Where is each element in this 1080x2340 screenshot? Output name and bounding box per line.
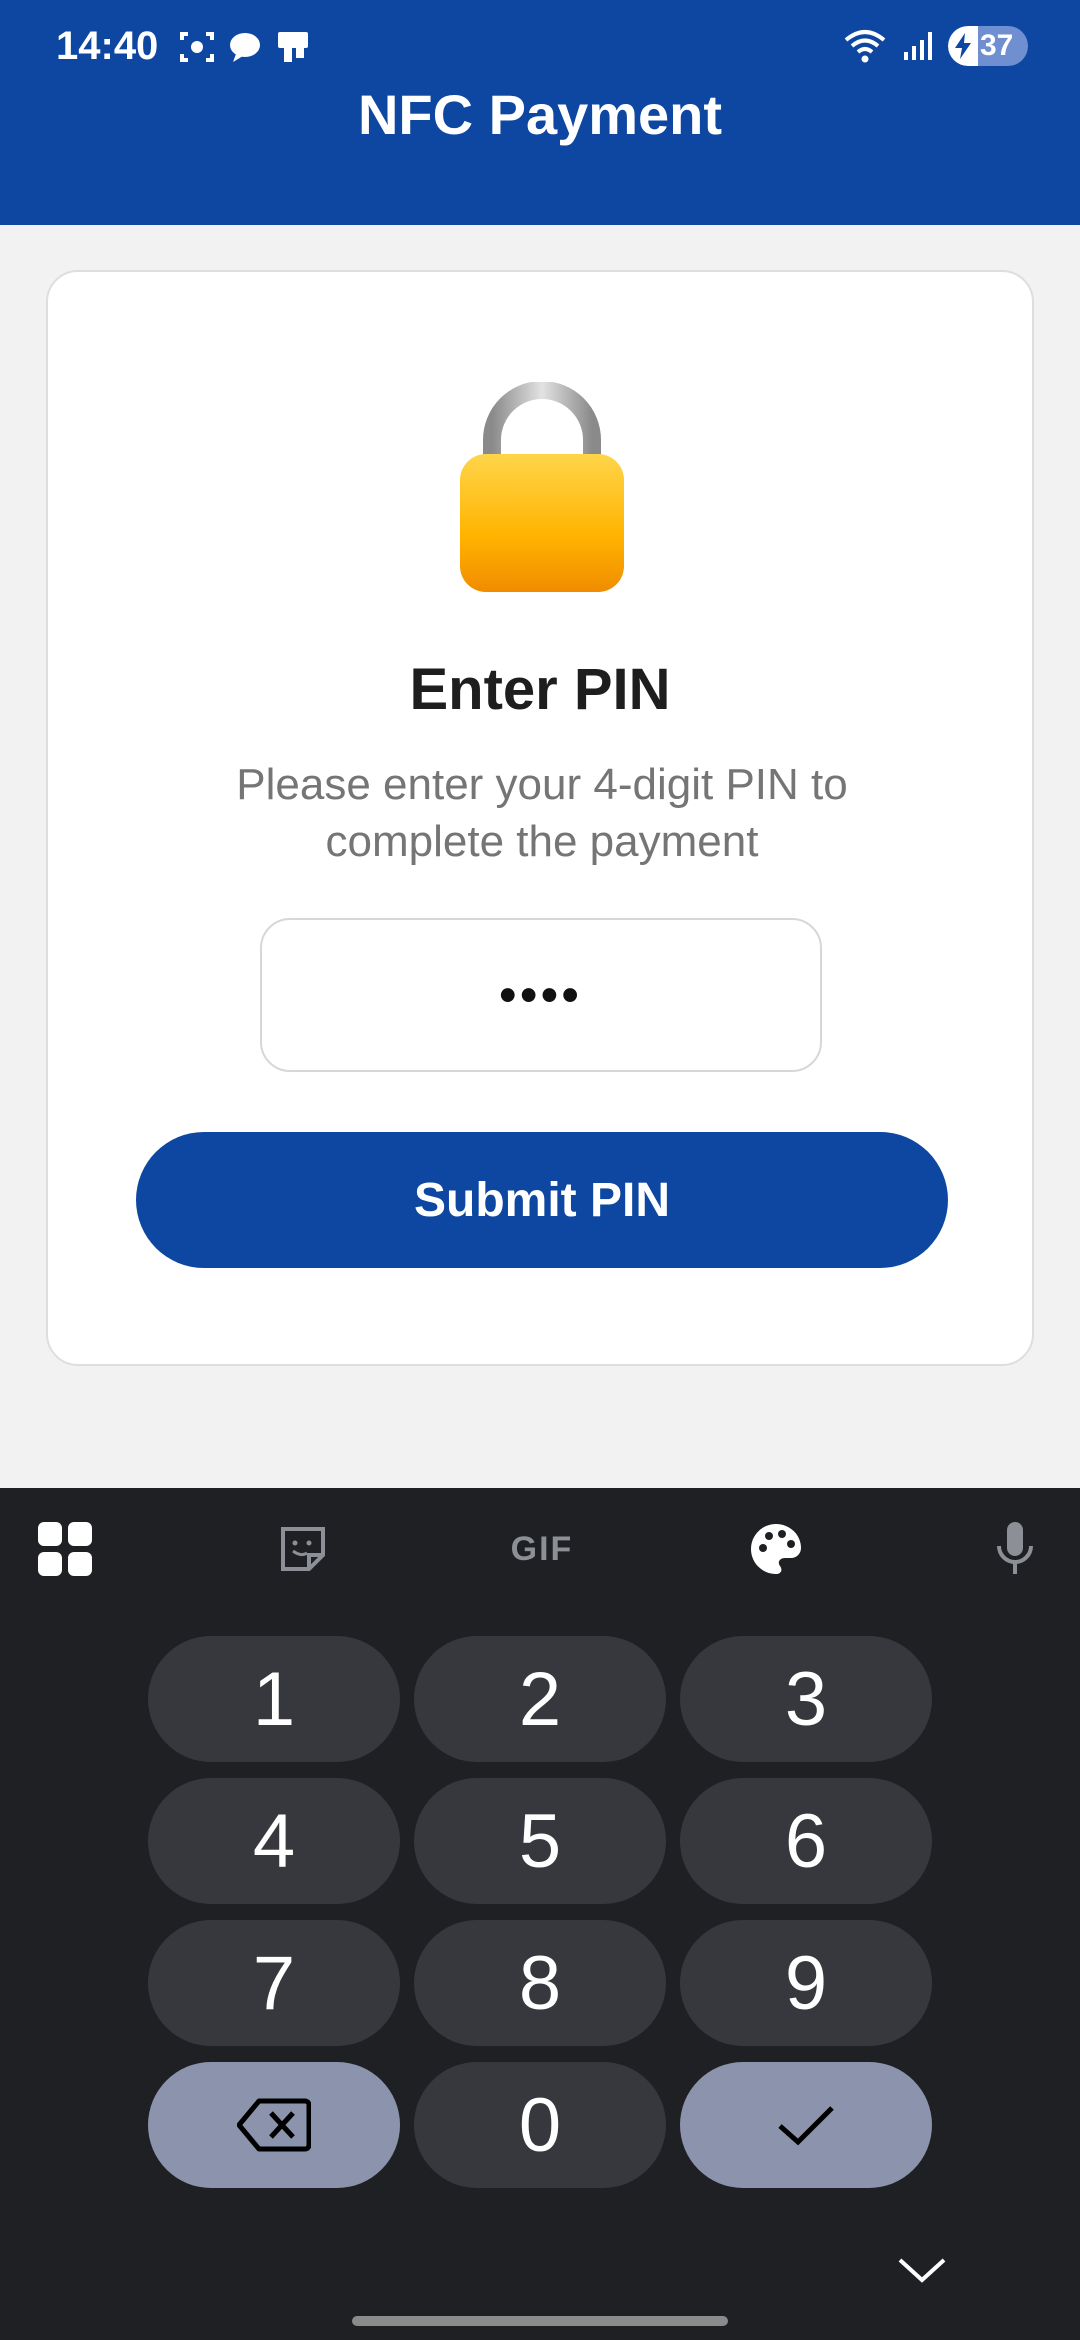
backspace-icon [237,2098,311,2152]
key-9[interactable]: 9 [680,1920,932,2046]
screenshot-icon [180,32,214,62]
key-8[interactable]: 8 [414,1920,666,2046]
sticker-icon[interactable] [268,1514,338,1584]
pin-card: Enter PIN Please enter your 4-digit PIN … [46,270,1034,1366]
wifi-icon [844,30,886,63]
collapse-keyboard-icon[interactable] [894,2252,950,2288]
checkmark-icon [778,2106,834,2146]
apps-grid-icon[interactable] [30,1514,100,1584]
key-1[interactable]: 1 [148,1636,400,1762]
pin-description: Please enter your 4-digit PIN to complet… [236,760,848,866]
palette-icon[interactable] [741,1514,811,1584]
key-6[interactable]: 6 [680,1778,932,1904]
battery-indicator: 37 [948,26,1028,66]
pin-input[interactable]: •••• [260,918,822,1072]
status-time: 14:40 [56,24,159,68]
payment-terminal-icon [278,32,308,62]
key-5[interactable]: 5 [414,1778,666,1904]
battery-level: 37 [980,29,1014,62]
gif-button[interactable]: GIF [502,1514,582,1584]
status-system-icons: 37 [842,26,1028,66]
numeric-keyboard: GIF 1 2 3 4 5 6 7 8 9 0 [0,1488,1080,2340]
key-2[interactable]: 2 [414,1636,666,1762]
key-3[interactable]: 3 [680,1636,932,1762]
keyboard-toolbar: GIF [0,1488,1080,1612]
chat-icon [230,33,260,62]
app-bar: 14:40 37 NFC Payment [0,0,1080,225]
status-notification-icons [178,28,312,66]
microphone-icon[interactable] [980,1514,1050,1584]
done-key[interactable] [680,2062,932,2188]
key-7[interactable]: 7 [148,1920,400,2046]
key-0[interactable]: 0 [414,2062,666,2188]
signal-icon [904,32,932,60]
charging-bolt-icon [955,33,971,59]
page-title: NFC Payment [357,83,723,146]
home-indicator[interactable] [352,2316,728,2326]
backspace-key[interactable] [148,2062,400,2188]
pin-title: Enter PIN [409,657,671,722]
submit-pin-button[interactable]: Submit PIN [136,1132,948,1268]
lock-icon [460,382,624,592]
key-4[interactable]: 4 [148,1778,400,1904]
gif-label: GIF [510,1529,574,1568]
